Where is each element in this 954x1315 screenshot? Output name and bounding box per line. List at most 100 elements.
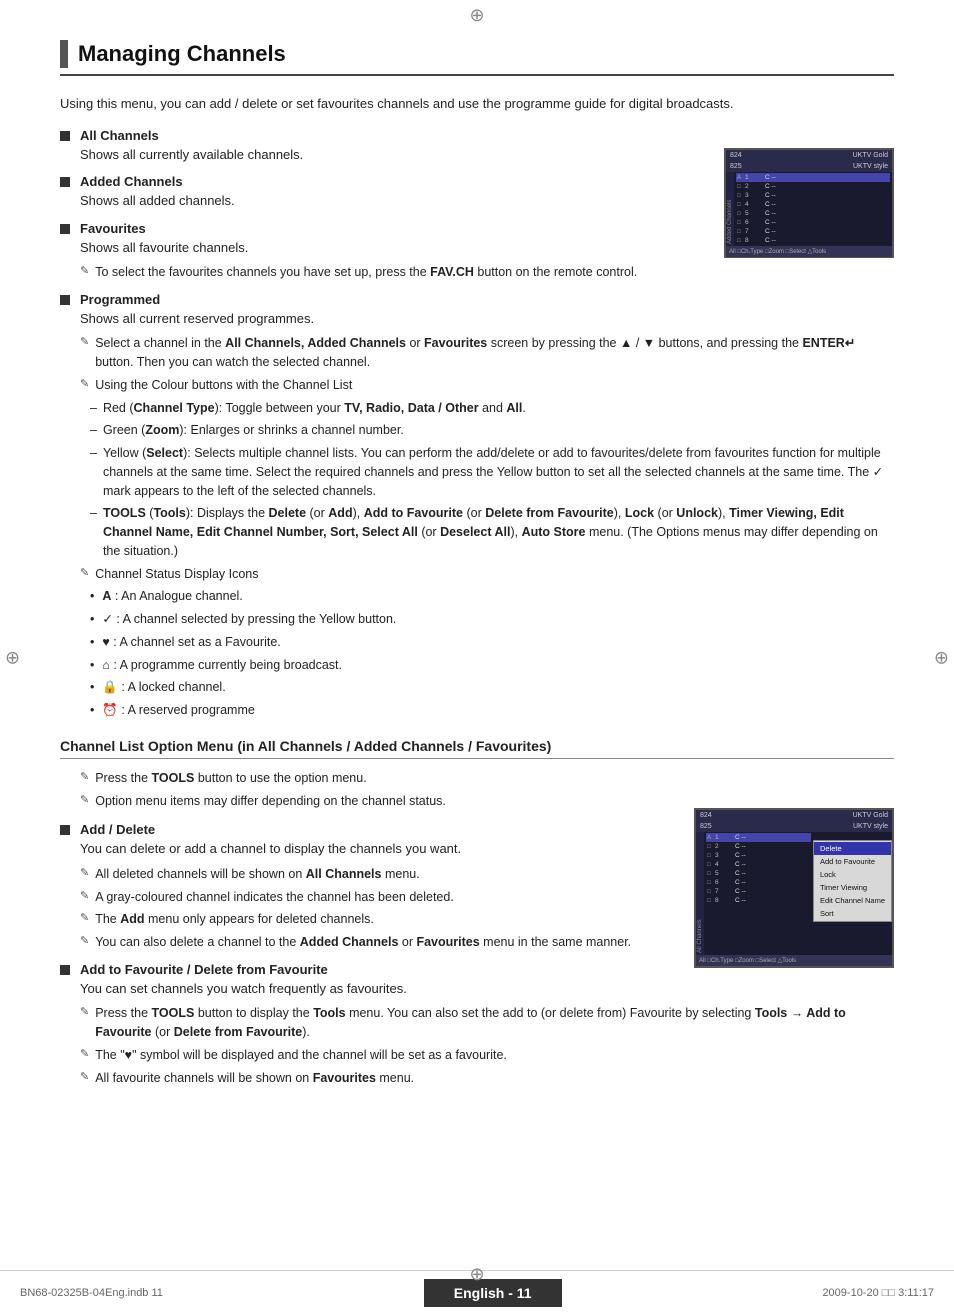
tv1-header: 824 UKTV Gold <box>726 150 892 161</box>
programmed-header: Programmed <box>60 292 894 307</box>
tv1-row-8: □ 8 C -- <box>736 236 890 245</box>
tv2-name-6: C -- <box>735 879 746 886</box>
note-icon-p1: ✎ <box>80 335 89 348</box>
tv2-header: 824 UKTV Gold <box>696 810 892 821</box>
all-channels-bullet <box>60 131 70 141</box>
tv1-row-4: □ 4 C -- <box>736 200 890 209</box>
screenshot-2: 824 UKTV Gold 825 UKTV style All Channel… <box>694 808 894 968</box>
add-delete-label: Add / Delete <box>80 822 155 837</box>
add-fav-note-text-2: The "♥" symbol will be displayed and the… <box>95 1046 507 1065</box>
programmed-note-text-3: Channel Status Display Icons <box>95 565 258 584</box>
footer-center: English - 11 <box>424 1279 562 1307</box>
tv2-menu-item-sort: Sort <box>814 907 891 920</box>
tv1-name-4: C -- <box>765 201 776 208</box>
dot-item-6: • ⏰ : A reserved programme <box>90 701 894 720</box>
tv2-ch-name-1: UKTV Gold <box>853 812 888 819</box>
tv1-num-2: 2 <box>745 183 765 190</box>
tv1-icon-7: □ <box>737 229 745 235</box>
add-delete-note-text-3: The Add menu only appears for deleted ch… <box>95 910 374 929</box>
tv2-num-5: 5 <box>715 870 735 877</box>
dot-text-3: ♥ : A channel set as a Favourite. <box>102 633 280 652</box>
crosshair-bottom-icon: ⊕ <box>469 1264 484 1285</box>
programmed-note-text-1: Select a channel in the All Channels, Ad… <box>95 334 894 372</box>
tv1-side-label: Added Channels <box>726 172 734 246</box>
tv2-icon-8: □ <box>707 898 715 904</box>
note-icon-s2: ✎ <box>80 793 89 806</box>
subsection-note-1: ✎ Press the TOOLS button to use the opti… <box>80 769 894 788</box>
tv2-num-8: 8 <box>715 897 735 904</box>
tv1-num-4: 4 <box>745 201 765 208</box>
tv2-name-8: C -- <box>735 897 746 904</box>
note-icon-p2: ✎ <box>80 377 89 390</box>
tv2-inner: All Channels A 1 C -- □ 2 C -- □ 3 <box>696 832 892 955</box>
tv1-ch-name-1: UKTV Gold <box>853 152 888 159</box>
tv1-num-1: 1 <box>745 174 765 181</box>
tv1-row-2: □ 2 C -- <box>736 182 890 191</box>
add-fav-label: Add to Favourite / Delete from Favourite <box>80 962 328 977</box>
dot-item-4: • ⌂ : A programme currently being broadc… <box>90 656 894 675</box>
tv2-row-6: □ 6 C -- <box>706 878 811 887</box>
dash-text-2: Green (Zoom): Enlarges or shrinks a chan… <box>103 421 404 440</box>
tv1-icon-2: □ <box>737 184 745 190</box>
programmed-note-2: ✎ Using the Colour buttons with the Chan… <box>80 376 894 395</box>
dot-sym-2: • <box>90 610 94 629</box>
tv2-num-6: 6 <box>715 879 735 886</box>
add-fav-note-text-1: Press the TOOLS button to display the To… <box>95 1004 894 1042</box>
tv1-icon-5: □ <box>737 211 745 217</box>
tv1-ch-name-2: UKTV style <box>853 163 888 170</box>
title-accent <box>60 40 68 68</box>
tv2-context-menu: Delete Add to Favourite Lock Timer Viewi… <box>813 840 892 922</box>
dash-item-1: – Red (Channel Type): Toggle between you… <box>90 399 894 418</box>
dash-sym-3: – <box>90 444 97 463</box>
footer-page-badge: English - 11 <box>424 1279 562 1307</box>
tv2-main: 824 UKTV Gold 825 UKTV style All Channel… <box>694 808 894 968</box>
add-delete-note-text-2: A gray-coloured channel indicates the ch… <box>95 888 454 907</box>
add-delete-note-text-4: You can also delete a channel to the Add… <box>95 933 631 952</box>
tv1-num-3: 3 <box>745 192 765 199</box>
tv2-name-5: C -- <box>735 870 746 877</box>
tv1-footer: All □Ch.Type □Zoom □Select △Tools <box>726 246 892 257</box>
dash-text-3: Yellow (Select): Selects multiple channe… <box>103 444 894 500</box>
tv1-row-5: □ 5 C -- <box>736 209 890 218</box>
tv2-icon-7: □ <box>707 889 715 895</box>
dot-sym-3: • <box>90 633 94 652</box>
tv1-channel-list: A 1 C -- □ 2 C -- □ 3 C -- <box>734 172 892 246</box>
dot-sym-5: • <box>90 678 94 697</box>
dot-item-3: • ♥ : A channel set as a Favourite. <box>90 633 894 652</box>
dash-sym-4: – <box>90 504 97 523</box>
tv1-icon-1: A <box>737 175 745 181</box>
dot-text-5: 🔒 : A locked channel. <box>102 678 225 697</box>
tv1-name-6: C -- <box>765 219 776 226</box>
tv2-name-3: C -- <box>735 852 746 859</box>
footer-page-text: English - 11 <box>454 1285 532 1301</box>
tv2-menu-item-fav: Add to Favourite <box>814 855 891 868</box>
tv1-icon-6: □ <box>737 220 745 226</box>
tv2-num-2: 2 <box>715 843 735 850</box>
programmed-desc: Shows all current reserved programmes. <box>80 309 894 329</box>
dot-text-4: ⌂ : A programme currently being broadcas… <box>102 656 342 675</box>
tv2-menu-item-delete: Delete <box>814 842 891 855</box>
tv2-channel-list: A 1 C -- □ 2 C -- □ 3 C -- <box>704 832 813 955</box>
tv1-row-3: □ 3 C -- <box>736 191 890 200</box>
add-fav-section: Add to Favourite / Delete from Favourite… <box>60 962 894 1088</box>
dot-sym-1: • <box>90 587 94 606</box>
add-fav-desc: You can set channels you watch frequentl… <box>80 979 894 999</box>
favourites-bullet <box>60 224 70 234</box>
tv2-row-8: □ 8 C -- <box>706 896 811 905</box>
tv1-num-8: 8 <box>745 237 765 244</box>
tv2-name-7: C -- <box>735 888 746 895</box>
note-icon-p3: ✎ <box>80 566 89 579</box>
dash-list: – Red (Channel Type): Toggle between you… <box>90 399 894 561</box>
dot-item-1: • A : An Analogue channel. <box>90 587 894 606</box>
tv1-name-5: C -- <box>765 210 776 217</box>
tv2-row-1: A 1 C -- <box>706 833 811 842</box>
dot-sym-6: • <box>90 701 94 720</box>
programmed-note-text-2: Using the Colour buttons with the Channe… <box>95 376 352 395</box>
tv1-row-1: A 1 C -- <box>736 173 890 182</box>
programmed-note-1: ✎ Select a channel in the All Channels, … <box>80 334 894 372</box>
dot-list: • A : An Analogue channel. • ✓ : A chann… <box>90 587 894 720</box>
tv1-num-5: 5 <box>745 210 765 217</box>
favourites-note-1: ✎ To select the favourites channels you … <box>80 263 894 282</box>
all-channels-label: All Channels <box>80 128 159 143</box>
tv2-row-3: □ 3 C -- <box>706 851 811 860</box>
